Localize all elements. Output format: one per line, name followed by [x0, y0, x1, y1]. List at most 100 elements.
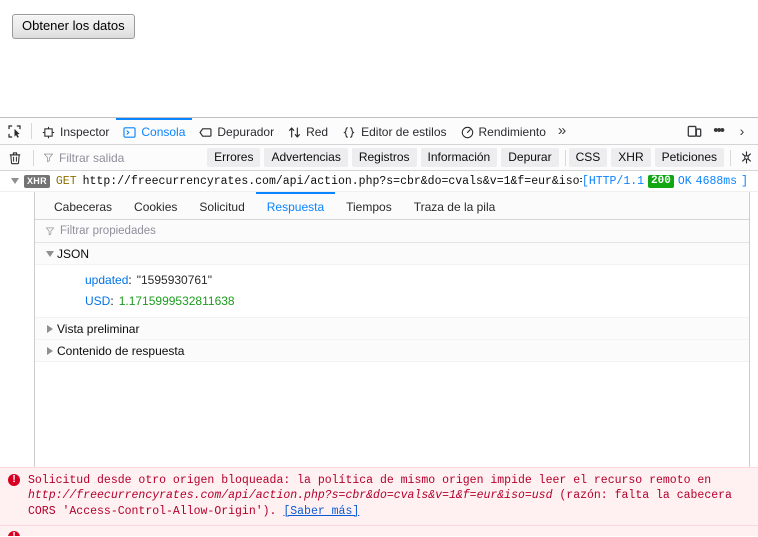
- filter-pill-peticiones[interactable]: Peticiones: [654, 148, 724, 167]
- status-text: OK: [677, 174, 692, 188]
- close-icon: ›: [739, 123, 745, 139]
- filter-pill-depurar[interactable]: Depurar: [501, 148, 559, 167]
- tab-network-label: Red: [306, 125, 329, 139]
- console-settings-button[interactable]: [734, 145, 758, 170]
- tab-console[interactable]: Consola: [116, 118, 193, 144]
- filter-pill-xhr[interactable]: XHR: [611, 148, 651, 167]
- console-error-text: Solicitud desde otro origen bloqueada: l…: [28, 473, 750, 520]
- section-expander[interactable]: [43, 346, 57, 355]
- json-value: "1595930761": [136, 272, 212, 287]
- json-colon: :: [110, 293, 114, 308]
- console-filter-placeholder: Filtrar salida: [59, 150, 125, 165]
- request-duration: 4688ms: [695, 174, 738, 188]
- json-key: updated: [85, 272, 129, 287]
- json-value: 1.1715999532811638: [118, 293, 235, 308]
- tab-console-label: Consola: [141, 125, 186, 139]
- tab-inspector[interactable]: Inspector: [35, 118, 116, 144]
- funnel-icon: [43, 153, 54, 163]
- error-message-part1: Solicitud desde otro origen bloqueada: l…: [28, 473, 712, 487]
- toolbar-right-controls: ••• ›: [682, 118, 758, 144]
- toolbar-divider: [31, 123, 32, 139]
- devtools-menu-button[interactable]: •••: [708, 118, 728, 144]
- tab-cabeceras[interactable]: Cabeceras: [43, 192, 123, 219]
- debugger-icon: [199, 127, 212, 137]
- funnel-icon: [45, 227, 55, 236]
- learn-more-link[interactable]: [Saber más]: [283, 505, 359, 518]
- request-method: GET: [55, 174, 77, 188]
- status-code-badge: 200: [648, 174, 674, 188]
- filter-pill-errores[interactable]: Errores: [207, 148, 261, 167]
- tab-style-editor[interactable]: Editor de estilos: [335, 118, 453, 144]
- section-label: Vista preliminar: [57, 321, 140, 336]
- request-protocol: [HTTP/1.1: [581, 174, 645, 188]
- devtools-panel: Inspector Consola Depurador Red Editor d…: [0, 118, 758, 537]
- console-icon: [123, 126, 136, 138]
- filter-pill-advertencias[interactable]: Advertencias: [264, 148, 348, 167]
- fetch-data-button[interactable]: Obtener los datos: [12, 14, 135, 39]
- tab-network[interactable]: Red: [281, 118, 335, 144]
- trash-icon: [9, 151, 21, 164]
- console-filter-input[interactable]: Filtrar salida: [37, 151, 207, 165]
- filter-divider-2: [564, 149, 566, 166]
- tab-traza-de-la-pila[interactable]: Traza de la pila: [403, 192, 507, 219]
- element-picker-button[interactable]: [0, 118, 28, 144]
- filter-divider-3: [730, 149, 731, 166]
- request-status: [HTTP/1.1 200 OK 4688ms ]: [581, 174, 752, 188]
- toolbar-overflow-button[interactable]: »: [553, 118, 569, 144]
- settings-gear-icon: [741, 151, 751, 164]
- tab-tiempos[interactable]: Tiempos: [335, 192, 403, 219]
- devtools-toolbar: Inspector Consola Depurador Red Editor d…: [0, 118, 758, 145]
- chevron-right-icon: [47, 324, 53, 333]
- devtools-screenshot: Obtener los datos Inspector Consola Depu…: [0, 0, 758, 537]
- json-root-row[interactable]: JSON: [35, 243, 749, 265]
- performance-icon: [461, 126, 473, 138]
- json-root-label: JSON: [57, 246, 90, 261]
- json-entries: updated : "1595930761" USD : 1.171599953…: [35, 265, 749, 318]
- chevron-down-icon: [46, 250, 54, 257]
- console-error-list: ! Solicitud desde otro origen bloqueada:…: [0, 466, 758, 536]
- tab-cookies[interactable]: Cookies: [123, 192, 188, 219]
- clear-console-button[interactable]: [0, 145, 30, 170]
- console-level-filters: Errores Advertencias Registros Informaci…: [207, 148, 561, 167]
- json-key: USD: [85, 293, 111, 308]
- close-devtools-button[interactable]: ›: [730, 118, 754, 144]
- console-filter-bar: Filtrar salida Errores Advertencias Regi…: [0, 145, 758, 171]
- request-detail-tabs: Cabeceras Cookies Solicitud Respuesta Ti…: [35, 192, 749, 220]
- inspector-icon: [42, 126, 55, 138]
- tab-style-editor-label: Editor de estilos: [361, 125, 447, 139]
- console-output: XHR GET http://freecurrencyrates.com/api…: [0, 171, 758, 536]
- section-expander[interactable]: [43, 324, 57, 333]
- request-protocol-close: ]: [741, 174, 748, 188]
- request-type-badge: XHR: [24, 174, 50, 188]
- error-icon: !: [8, 473, 20, 486]
- tab-debugger-label: Depurador: [217, 125, 275, 139]
- json-entry-usd[interactable]: USD : 1.1715999532811638: [35, 290, 749, 311]
- console-error-cors[interactable]: ! Solicitud desde otro origen bloqueada:…: [0, 466, 758, 525]
- tab-respuesta[interactable]: Respuesta: [255, 192, 336, 219]
- filter-divider: [33, 149, 34, 166]
- network-request-row[interactable]: XHR GET http://freecurrencyrates.com/api…: [0, 171, 758, 192]
- section-vista-preliminar[interactable]: Vista preliminar: [35, 318, 749, 340]
- property-filter-input[interactable]: Filtrar propiedades: [35, 220, 749, 243]
- tab-performance-label: Rendimiento: [478, 125, 546, 139]
- console-error-next-clipped[interactable]: !: [0, 525, 758, 536]
- chevron-down-icon: [11, 178, 19, 184]
- error-message-url: http://freecurrencyrates.com/api/action.…: [28, 489, 553, 502]
- tab-solicitud[interactable]: Solicitud: [188, 192, 255, 219]
- filter-pill-informacion[interactable]: Información: [420, 148, 498, 167]
- json-entry-updated[interactable]: updated : "1595930761": [35, 269, 749, 290]
- tab-debugger[interactable]: Depurador: [192, 118, 281, 144]
- web-page-content: Obtener los datos: [0, 0, 758, 118]
- json-root-expander[interactable]: [43, 250, 57, 257]
- tab-inspector-label: Inspector: [60, 125, 110, 139]
- error-icon: !: [8, 531, 20, 536]
- responsive-design-mode-button[interactable]: [682, 118, 706, 144]
- filter-pill-registros[interactable]: Registros: [351, 148, 417, 167]
- request-url[interactable]: http://freecurrencyrates.com/api/action.…: [83, 175, 582, 188]
- request-expander[interactable]: [6, 178, 24, 184]
- json-colon: :: [128, 272, 132, 287]
- tab-performance[interactable]: Rendimiento: [454, 118, 553, 144]
- section-contenido-de-respuesta[interactable]: Contenido de respuesta: [35, 340, 749, 362]
- filter-pill-css[interactable]: CSS: [568, 148, 608, 167]
